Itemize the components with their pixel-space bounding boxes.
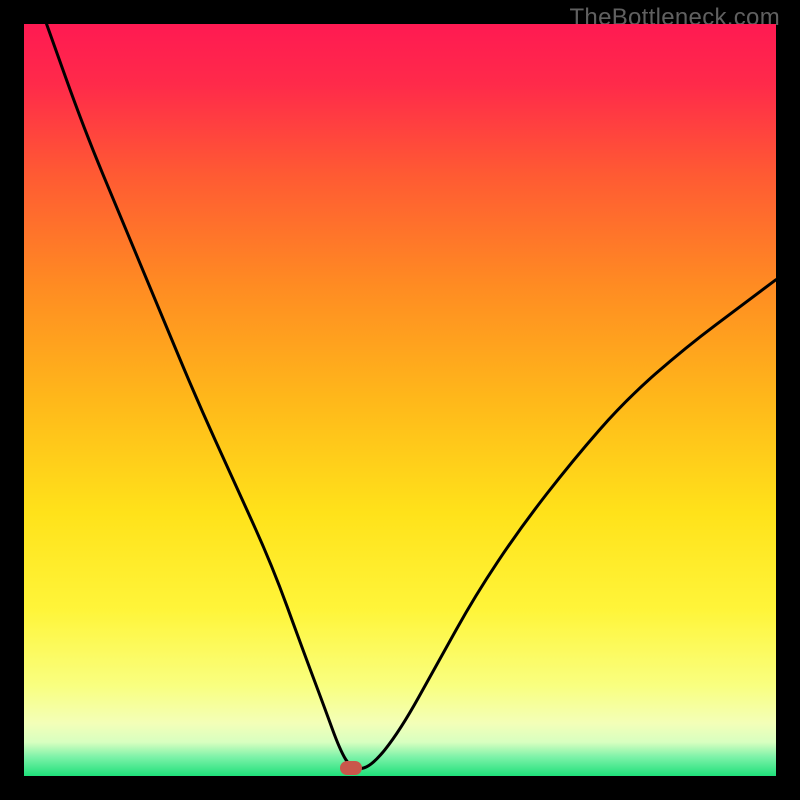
bottleneck-curve — [24, 24, 776, 776]
plot-area — [24, 24, 776, 776]
chart-frame: TheBottleneck.com — [0, 0, 800, 800]
optimal-point-marker — [340, 761, 362, 775]
